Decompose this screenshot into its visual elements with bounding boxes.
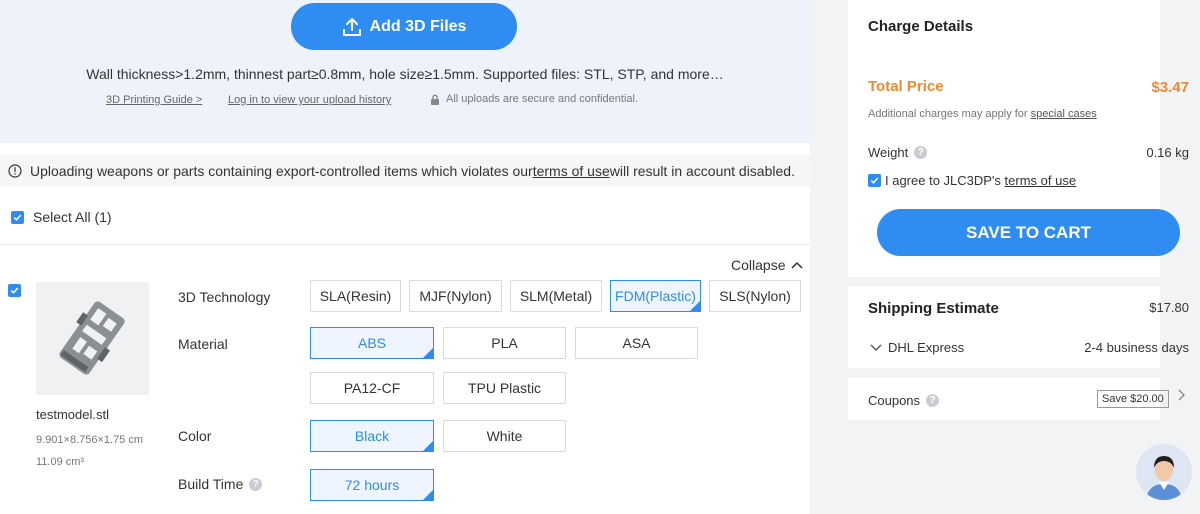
- material-option-asa[interactable]: ASA: [575, 327, 698, 359]
- shipping-method-label: DHL Express: [888, 340, 965, 355]
- select-all-checkbox[interactable]: Select All (1): [11, 209, 112, 225]
- agree-terms-link[interactable]: terms of use: [1005, 173, 1077, 188]
- weight-label: Weight ?: [868, 145, 928, 160]
- shipping-estimate-value: $17.80: [1149, 300, 1189, 315]
- file-checkbox[interactable]: [8, 284, 21, 297]
- secure-note: All uploads are secure and confidential.: [430, 93, 638, 105]
- checkbox-checked-icon: [11, 210, 24, 224]
- warning-terms-link[interactable]: terms of use: [533, 163, 610, 179]
- coupons-label-text: Coupons: [868, 393, 921, 408]
- lock-icon: [431, 94, 439, 105]
- shipping-method-dropdown[interactable]: DHL Express: [870, 340, 964, 355]
- model-thumbnail[interactable]: [36, 282, 149, 395]
- technology-label: 3D Technology: [178, 289, 271, 305]
- material-label: Material: [178, 336, 228, 352]
- agree-terms-checkbox[interactable]: I agree to JLC3DP's terms of use: [868, 173, 1076, 188]
- tech-option-sls[interactable]: SLS(Nylon): [709, 280, 801, 312]
- chevron-down-icon: [870, 344, 882, 351]
- additional-charges-note: Additional charges may apply for special…: [868, 108, 1097, 120]
- select-all-label: Select All (1): [33, 209, 112, 225]
- person-avatar-icon: [1136, 444, 1192, 500]
- checkbox-checked-icon: [868, 174, 881, 187]
- color-label: Color: [178, 428, 212, 444]
- coupons-label: Coupons ?: [868, 393, 940, 408]
- weight-value: 0.16 kg: [1146, 145, 1189, 160]
- info-icon: [8, 164, 22, 178]
- material-option-pa12cf[interactable]: PA12-CF: [310, 372, 434, 404]
- additional-charges-text: Additional charges may apply for: [868, 108, 1031, 120]
- upload-hint: Wall thickness>1.2mm, thinnest part≥0.8m…: [86, 66, 724, 82]
- coupon-save-tag[interactable]: Save $20.00: [1097, 390, 1169, 408]
- build-time-label-text: Build Time: [178, 476, 244, 492]
- special-cases-link[interactable]: special cases: [1031, 108, 1097, 120]
- shipping-time: 2-4 business days: [1084, 340, 1189, 355]
- material-option-abs[interactable]: ABS: [310, 327, 434, 359]
- chevron-right-icon[interactable]: [1178, 388, 1186, 404]
- warning-text-before: Uploading weapons or parts containing ex…: [30, 163, 533, 179]
- help-icon[interactable]: ?: [249, 477, 263, 491]
- material-option-pla[interactable]: PLA: [443, 327, 566, 359]
- save-to-cart-button[interactable]: SAVE TO CART: [877, 209, 1180, 256]
- upload-icon: [342, 17, 361, 36]
- divider: [0, 244, 810, 245]
- build-time-label: Build Time ?: [178, 476, 263, 492]
- warning-text-after: will result in account disabled.: [609, 163, 795, 179]
- help-icon[interactable]: ?: [926, 394, 940, 407]
- charge-details-title: Charge Details: [868, 18, 974, 35]
- file-dimensions: 9.901×8.756×1.75 cm: [36, 434, 144, 446]
- secure-note-text: All uploads are secure and confidential.: [446, 93, 639, 105]
- help-icon[interactable]: ?: [914, 146, 928, 159]
- total-price-label: Total Price: [868, 78, 944, 95]
- tech-option-fdm[interactable]: FDM(Plastic): [610, 280, 701, 312]
- tech-option-slm[interactable]: SLM(Metal): [510, 280, 602, 312]
- weight-label-text: Weight: [868, 145, 909, 160]
- chevron-up-icon: [791, 261, 804, 269]
- file-volume: 11.09 cm³: [36, 456, 85, 468]
- add-3d-files-label: Add 3D Files: [369, 17, 467, 35]
- export-warning: Uploading weapons or parts containing ex…: [0, 155, 810, 187]
- total-price-value: $3.47: [1151, 79, 1189, 96]
- add-3d-files-button[interactable]: Add 3D Files: [291, 3, 517, 50]
- upload-history-link[interactable]: Log in to view your upload history: [228, 94, 391, 106]
- agree-text: I agree to JLC3DP's: [885, 173, 1005, 188]
- build-time-option-72h[interactable]: 72 hours: [310, 469, 434, 501]
- tech-option-sla[interactable]: SLA(Resin): [310, 280, 401, 312]
- file-name: testmodel.stl: [36, 407, 109, 422]
- printing-guide-link[interactable]: 3D Printing Guide >: [106, 94, 202, 106]
- material-option-tpu[interactable]: TPU Plastic: [443, 372, 566, 404]
- color-option-black[interactable]: Black: [310, 420, 434, 452]
- tech-option-mjf[interactable]: MJF(Nylon): [409, 280, 502, 312]
- shipping-estimate-title: Shipping Estimate: [868, 300, 999, 317]
- color-option-white[interactable]: White: [443, 420, 566, 452]
- shipping-estimate-card: [848, 286, 1160, 368]
- collapse-label: Collapse: [731, 257, 786, 273]
- support-avatar[interactable]: [1136, 444, 1192, 500]
- collapse-button[interactable]: Collapse: [731, 257, 804, 273]
- model-preview-image: [59, 301, 125, 375]
